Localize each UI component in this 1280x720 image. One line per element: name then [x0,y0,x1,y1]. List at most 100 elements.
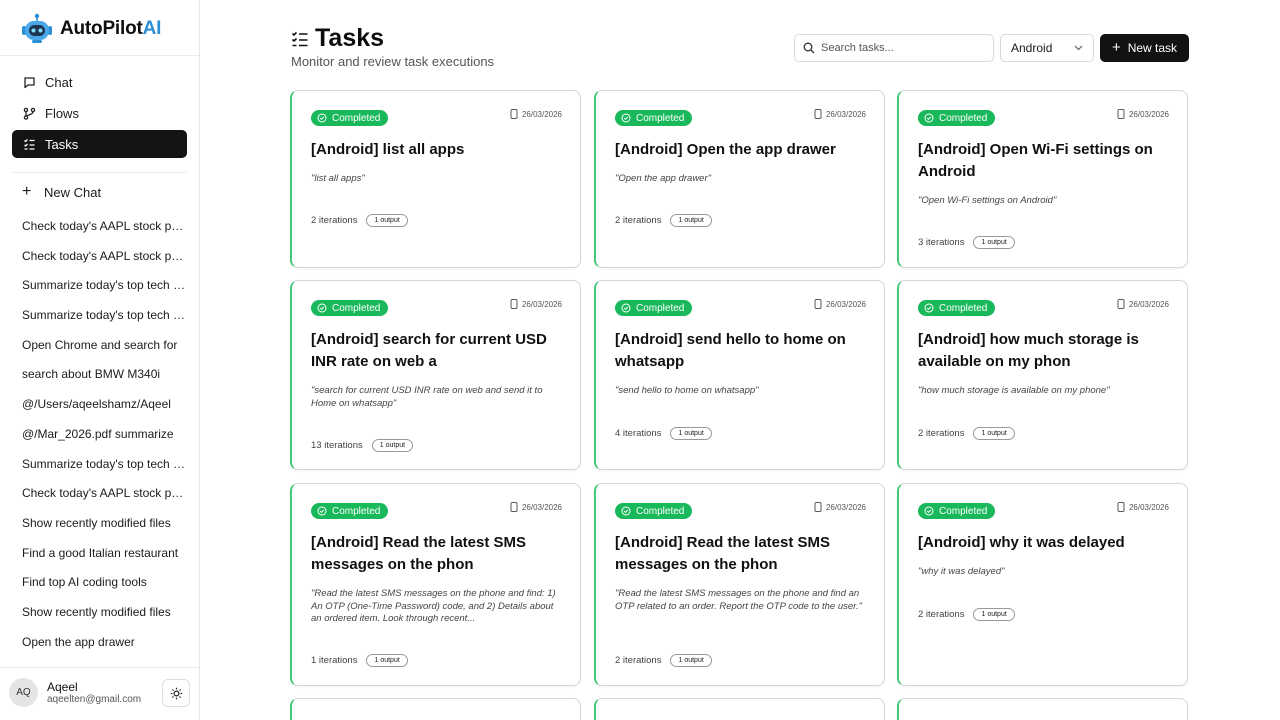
date-text: 26/03/2026 [521,299,562,309]
iterations-count: 3 iterations [918,237,965,248]
history-item[interactable]: Check today's AAPL stock price [12,242,187,272]
task-card[interactable]: Completed 26/03/2026 [Android] why it wa… [897,483,1188,686]
date-text: 26/03/2026 [521,109,562,119]
history-item[interactable]: Find a good Italian restaurant [12,539,187,569]
nav-label: Chat [45,74,73,90]
check-circle-icon [621,303,631,313]
platform-select-value: Android [1011,41,1053,55]
status-badge: Completed [918,110,996,126]
nav-label: Tasks [45,136,79,152]
task-prompt: "Open the app drawer" [615,173,711,184]
iterations-count: 2 iterations [918,609,965,620]
task-prompt: "Read the latest SMS messages on the pho… [615,588,862,612]
task-title: [Android] Open Wi-Fi settings on Android [918,141,1153,180]
new-task-button[interactable]: + New task [1100,34,1189,62]
task-prompt: "why it was delayed" [918,566,1005,577]
status-label: Completed [939,302,988,314]
history-item[interactable]: Check today's AAPL stock price [12,212,187,242]
task-title: [Android] Open the app drawer [615,141,836,158]
history-item[interactable]: Check today's AAPL stock price [12,479,187,509]
check-circle-icon [924,506,934,516]
history-item[interactable]: Summarize today's top tech news [12,450,187,480]
nav-item-chat[interactable]: Chat [12,68,187,96]
chat-history-list: Check today's AAPL stock price Check tod… [12,212,187,666]
task-title: [Android] search for current USD INR rat… [311,331,547,370]
divider [0,55,199,56]
task-prompt: "search for current USD INR rate on web … [311,385,543,409]
phone-icon [814,502,822,512]
task-date: 26/03/2026 [1117,502,1169,512]
date-text: 26/03/2026 [1128,502,1169,512]
output-badge: 1 output [670,654,712,667]
plus-icon: + [1111,39,1121,56]
history-item[interactable]: Find top AI coding tools [12,568,187,598]
task-date: 26/03/2026 [814,109,866,119]
history-item[interactable]: Open the app drawer [12,628,187,658]
brand[interactable]: AutoPilotAI [20,12,161,46]
status-badge: Completed [311,110,389,126]
status-label: Completed [636,505,685,517]
check-circle-icon [317,113,327,123]
history-item[interactable]: Summarize today's top tech news [12,271,187,301]
status-badge: Completed [311,300,389,316]
new-chat-button[interactable]: + New Chat [22,182,101,202]
history-item[interactable]: @/Mar_2026.pdf summarize [12,420,187,450]
phone-icon [814,299,822,309]
status-badge: Completed [918,300,996,316]
avatar[interactable]: AQ [9,678,38,707]
check-circle-icon [621,113,631,123]
task-card[interactable]: Completed 26/03/2026 [Android] Read the … [594,483,885,686]
history-item[interactable]: Summarize today's top tech news [12,301,187,331]
brand-name-accent: AI [142,18,162,39]
phone-icon [1117,502,1125,512]
task-card[interactable]: Completed 26/03/2026 [Android] Open Wi-F… [897,90,1188,268]
task-card[interactable] [290,698,581,720]
task-card[interactable]: Completed 26/03/2026 [Android] Read the … [290,483,581,686]
flows-icon [22,106,36,120]
task-card[interactable] [897,698,1188,720]
iterations-count: 2 iterations [918,428,965,439]
date-text: 26/03/2026 [1128,299,1169,309]
task-title: [Android] Read the latest SMS messages o… [311,534,527,573]
history-item[interactable]: search about BMW M340i [12,360,187,390]
task-meta: 2 iterations 1 output [615,214,712,227]
history-item[interactable]: Show recently modified files [12,598,187,628]
task-card[interactable] [594,698,885,720]
status-badge: Completed [615,300,693,316]
check-circle-icon [317,303,327,313]
nav-item-tasks[interactable]: Tasks [12,130,187,158]
main-nav: Chat Flows Tasks [12,68,187,161]
page-subtitle: Monitor and review task executions [291,54,495,69]
page-title: Tasks [315,24,385,52]
phone-icon [814,109,822,119]
theme-toggle-button[interactable] [162,679,190,707]
task-meta: 2 iterations 1 output [311,214,408,227]
task-date: 26/03/2026 [814,502,866,512]
task-prompt: "list all apps" [311,173,365,184]
date-text: 26/03/2026 [1128,109,1169,119]
brand-name: AutoPilot [60,18,143,39]
task-title: [Android] Read the latest SMS messages o… [615,534,831,573]
history-item[interactable]: @/Users/aqeelshamz/Aqeel [12,390,187,420]
task-card[interactable]: Completed 26/03/2026 [Android] search fo… [290,280,581,470]
task-card[interactable]: Completed 26/03/2026 [Android] list all … [290,90,581,268]
task-card[interactable]: Completed 26/03/2026 [Android] Open the … [594,90,885,268]
history-item[interactable]: Show recently modified files [12,509,187,539]
task-card[interactable]: Completed 26/03/2026 [Android] how much … [897,280,1188,470]
status-label: Completed [939,112,988,124]
robot-logo-icon [22,13,52,43]
plus-icon: + [22,183,32,200]
nav-label: Flows [45,105,79,121]
task-date: 26/03/2026 [1117,109,1169,119]
nav-item-flows[interactable]: Flows [12,99,187,127]
chevron-down-icon [1074,45,1083,51]
check-circle-icon [621,506,631,516]
task-card[interactable]: Completed 26/03/2026 [Android] send hell… [594,280,885,470]
search-input[interactable] [821,42,981,54]
phone-icon [510,109,518,119]
history-item[interactable]: Open Wi-Fi settings on Android [12,657,187,666]
history-item[interactable]: Open Chrome and search for [12,331,187,361]
task-date: 26/03/2026 [510,109,562,119]
platform-select[interactable]: Android [1000,34,1094,62]
search-box [794,34,994,62]
